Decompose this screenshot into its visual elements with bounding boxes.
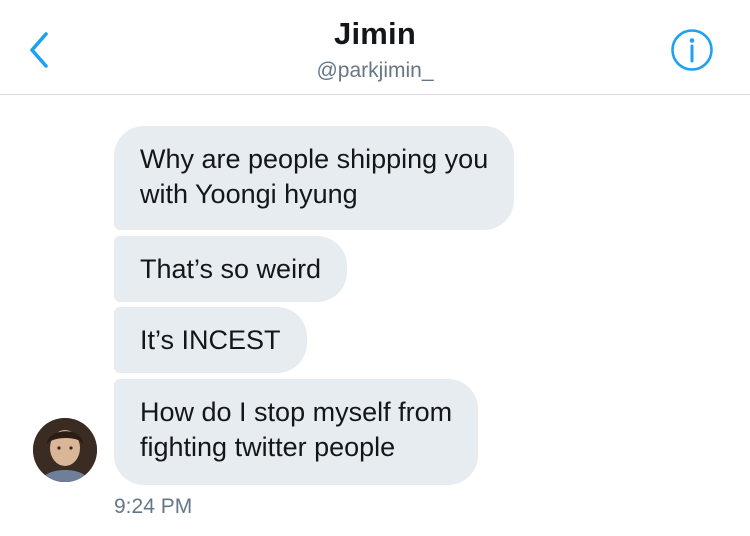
- info-circle-icon: [671, 29, 713, 71]
- message-timestamp: 9:24 PM: [114, 495, 193, 518]
- avatar-image: [33, 418, 97, 482]
- conversation-header: Jimin @parkjimin_: [0, 0, 750, 95]
- message-line: How do I stop myself from: [140, 397, 453, 427]
- message-bubble[interactable]: How do I stop myself from fighting twitt…: [114, 379, 479, 485]
- message-line: with Yoongi hyung: [140, 179, 358, 209]
- message-line: fighting twitter people: [140, 432, 396, 462]
- conversation-title-block: Jimin @parkjimin_: [0, 16, 750, 86]
- message-line: That’s so weird: [140, 254, 322, 284]
- message-line: It’s INCEST: [140, 325, 281, 355]
- contact-name: Jimin: [334, 16, 416, 51]
- message-bubble[interactable]: It’s INCEST: [114, 307, 307, 373]
- sender-avatar[interactable]: [33, 418, 97, 482]
- message-thread: Why are people shipping you with Yoongi …: [0, 94, 750, 536]
- message-bubble[interactable]: That’s so weird: [114, 236, 348, 302]
- message-line: Why are people shipping you: [140, 144, 489, 174]
- contact-handle: @parkjimin_: [316, 59, 434, 82]
- conversation-info-button[interactable]: [670, 28, 714, 72]
- message-bubble[interactable]: Why are people shipping you with Yoongi …: [114, 126, 515, 230]
